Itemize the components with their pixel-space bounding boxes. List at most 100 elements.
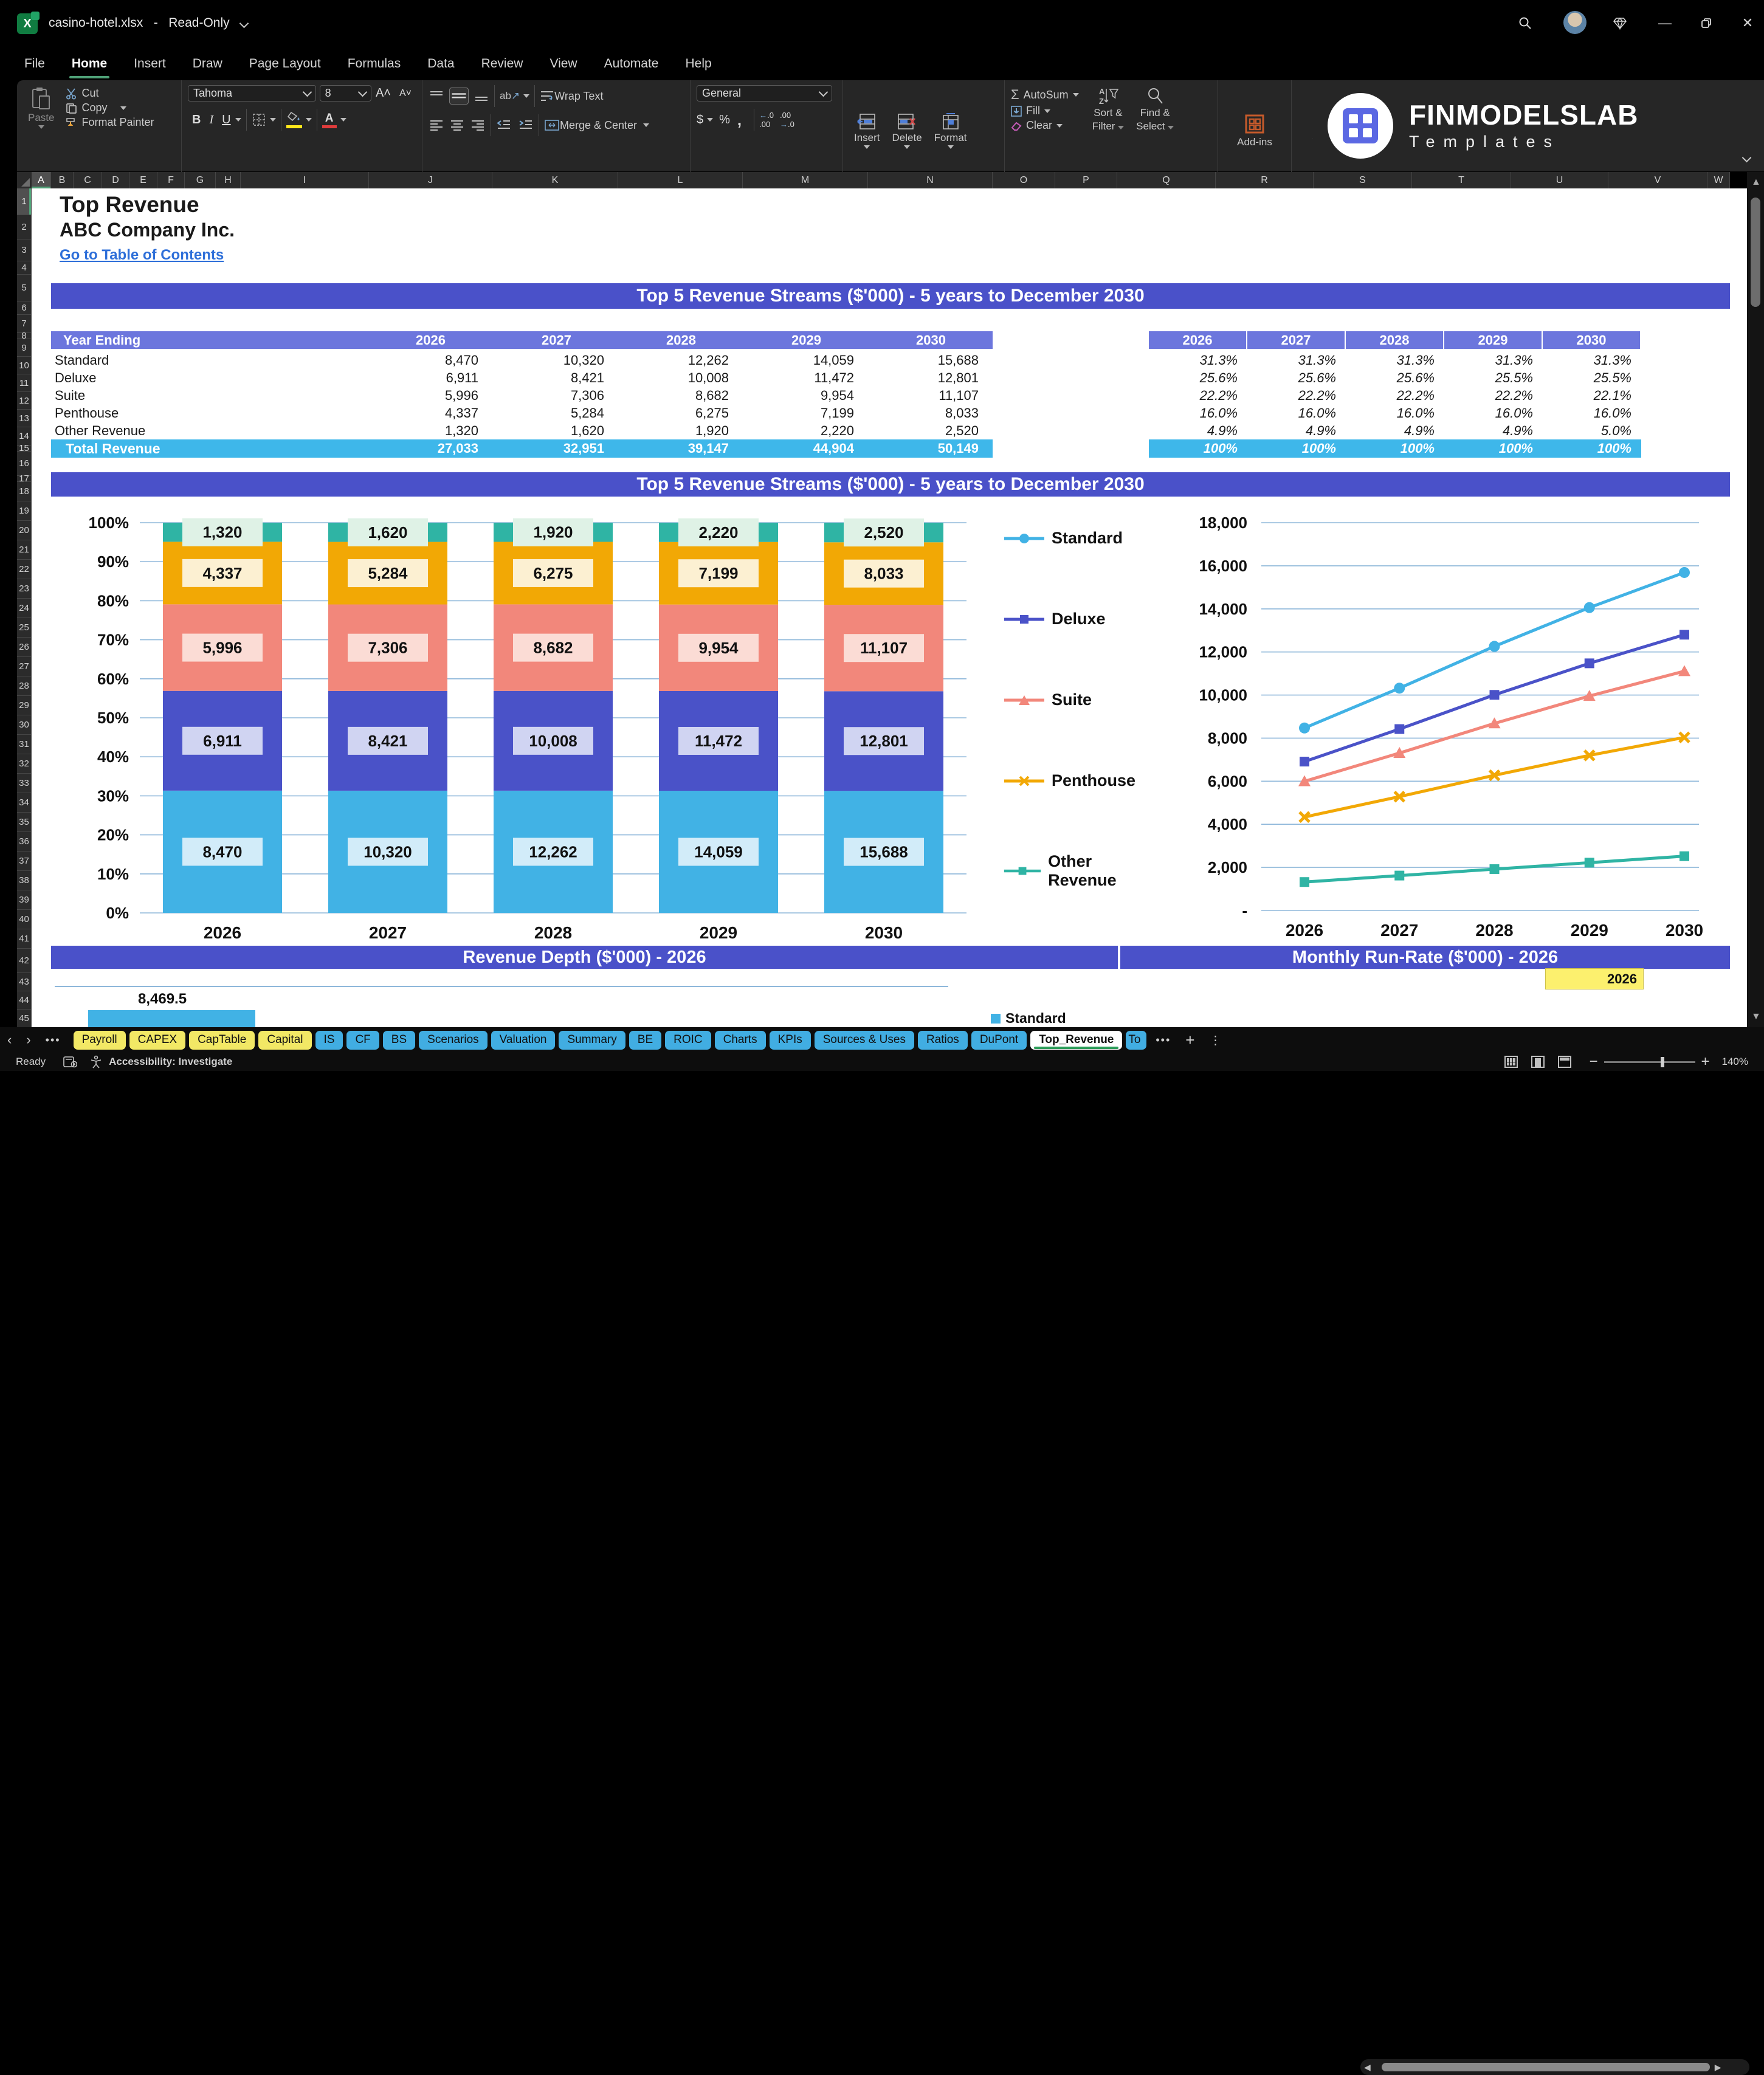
sheet-tab-valuation[interactable]: Valuation [491, 1030, 556, 1050]
cell-penthouse-2030[interactable]: 8,033 [869, 404, 979, 422]
horizontal-scrollbar[interactable]: ◀ ▶ [1360, 2059, 1749, 2075]
font-name-select[interactable]: Tahoma [188, 85, 316, 102]
column-header-E[interactable]: E [129, 172, 157, 188]
bold-button[interactable]: B [192, 113, 201, 127]
row-header-6[interactable]: 6 [17, 301, 32, 315]
column-header-L[interactable]: L [618, 172, 743, 188]
row-header-26[interactable]: 26 [17, 638, 32, 657]
row-header-38[interactable]: 38 [17, 871, 32, 890]
sheet-tab-sources-uses[interactable]: Sources & Uses [814, 1030, 914, 1050]
column-header-W[interactable]: W [1707, 172, 1730, 188]
column-header-T[interactable]: T [1412, 172, 1511, 188]
format-cells-button[interactable]: Format [929, 111, 972, 150]
restore-button[interactable] [1692, 11, 1720, 35]
row-header-22[interactable]: 22 [17, 560, 32, 579]
currency-format-button[interactable]: $ [697, 113, 703, 127]
menu-tab-automate[interactable]: Automate [599, 50, 664, 77]
pct-cell-3-1[interactable]: 16.0% [1247, 404, 1336, 422]
pct-cell-3-3[interactable]: 16.0% [1444, 404, 1533, 422]
normal-view-icon[interactable] [1504, 1056, 1518, 1068]
pct-cell-1-4[interactable]: 25.5% [1543, 369, 1631, 387]
toc-link[interactable]: Go to Table of Contents [60, 247, 224, 264]
cell-other-revenue-2029[interactable]: 2,220 [745, 422, 854, 439]
cell-standard-2030[interactable]: 15,688 [869, 351, 979, 369]
menu-tab-view[interactable]: View [545, 50, 582, 77]
row-header-20[interactable]: 20 [17, 521, 32, 540]
user-avatar[interactable] [1563, 11, 1587, 34]
minimize-button[interactable]: — [1651, 11, 1679, 35]
hscroll-right-icon[interactable]: ▶ [1715, 2062, 1721, 2073]
row-header-16[interactable]: 16 [17, 452, 32, 476]
pct-cell-4-2[interactable]: 4.9% [1346, 422, 1435, 439]
column-header-R[interactable]: R [1216, 172, 1314, 188]
row-header-5[interactable]: 5 [17, 275, 32, 301]
pct-cell-1-3[interactable]: 25.5% [1444, 369, 1533, 387]
pct-cell-4-0[interactable]: 4.9% [1149, 422, 1238, 439]
cell-deluxe-2029[interactable]: 11,472 [745, 369, 854, 387]
cell-standard-2026[interactable]: 8,470 [369, 351, 478, 369]
pct-cell-2-2[interactable]: 22.2% [1346, 387, 1435, 404]
sheet-tab-cf[interactable]: CF [346, 1030, 379, 1050]
row-header-4[interactable]: 4 [17, 261, 32, 275]
macro-recorder-icon[interactable] [63, 1056, 78, 1068]
menu-tab-data[interactable]: Data [422, 50, 459, 77]
decrease-indent-icon[interactable] [496, 119, 512, 132]
zoom-in-button[interactable]: + [1701, 1053, 1710, 1070]
cut-button[interactable]: Cut [65, 87, 154, 100]
sheet-canvas[interactable]: Top Revenue ABC Company Inc. Go to Table… [32, 188, 1747, 1027]
sheet-tab-payroll[interactable]: Payroll [73, 1030, 126, 1050]
select-all-corner[interactable] [17, 172, 32, 189]
tabs-overflow-icon[interactable]: ••• [1156, 1034, 1171, 1047]
collapse-ribbon-chevron-icon[interactable] [1742, 153, 1752, 164]
insert-cells-button[interactable]: Insert [849, 111, 885, 150]
column-header-Q[interactable]: Q [1117, 172, 1216, 188]
menu-tab-home[interactable]: Home [67, 50, 112, 78]
merge-dropdown[interactable] [643, 123, 650, 127]
grow-font-button[interactable]: A˄ [376, 86, 391, 100]
sheet-tab-capex[interactable]: CAPEX [129, 1030, 186, 1050]
column-header-D[interactable]: D [102, 172, 129, 188]
cell-deluxe-2027[interactable]: 8,421 [495, 369, 604, 387]
increase-indent-icon[interactable] [518, 119, 534, 132]
cell-suite-2030[interactable]: 11,107 [869, 387, 979, 404]
sheet-tab-captable[interactable]: CapTable [189, 1030, 255, 1050]
cell-other-revenue-2027[interactable]: 1,620 [495, 422, 604, 439]
hscroll-left-icon[interactable]: ◀ [1364, 2062, 1371, 2073]
percent-format-button[interactable]: % [719, 113, 730, 127]
row-header-8[interactable]: 8 [17, 331, 32, 341]
tab-options-kebab-icon[interactable]: ⋮ [1209, 1033, 1221, 1048]
pct-cell-3-0[interactable]: 16.0% [1149, 404, 1238, 422]
pct-cell-0-0[interactable]: 31.3% [1149, 351, 1238, 369]
page-layout-view-icon[interactable] [1531, 1056, 1545, 1068]
row-header-45[interactable]: 45 [17, 1010, 32, 1028]
format-painter-button[interactable]: Format Painter [65, 116, 154, 129]
cell-suite-2029[interactable]: 9,954 [745, 387, 854, 404]
font-size-select[interactable]: 8 [319, 85, 371, 102]
tabs-scroll-left-icon[interactable]: ‹ [7, 1032, 12, 1048]
align-left-icon[interactable] [429, 119, 444, 132]
orientation-dropdown[interactable] [523, 94, 530, 98]
row-header-2[interactable]: 2 [17, 215, 32, 239]
cell-deluxe-2026[interactable]: 6,911 [369, 369, 478, 387]
page-break-view-icon[interactable] [1558, 1056, 1572, 1068]
row-header-11[interactable]: 11 [17, 374, 32, 392]
column-header-I[interactable]: I [241, 172, 369, 188]
sheet-tab-capital[interactable]: Capital [258, 1030, 312, 1050]
column-header-N[interactable]: N [868, 172, 993, 188]
fill-color-dropdown[interactable] [305, 118, 312, 122]
sheet-tab-ratios[interactable]: Ratios [917, 1030, 968, 1050]
row-header-32[interactable]: 32 [17, 754, 32, 774]
row-header-28[interactable]: 28 [17, 676, 32, 696]
menu-tab-file[interactable]: File [19, 50, 50, 77]
row-header-36[interactable]: 36 [17, 832, 32, 852]
cell-deluxe-2030[interactable]: 12,801 [869, 369, 979, 387]
clear-button[interactable]: Clear [1011, 119, 1079, 132]
underline-dropdown[interactable] [235, 118, 241, 122]
cell-deluxe-2028[interactable]: 10,008 [619, 369, 729, 387]
row-header-13[interactable]: 13 [17, 410, 32, 427]
zoom-level[interactable]: 140% [1722, 1056, 1748, 1068]
wrap-text-button[interactable]: Wrap Text [554, 90, 603, 103]
sheet-tab-is[interactable]: IS [315, 1030, 343, 1050]
copy-button[interactable]: Copy [65, 102, 154, 114]
vertical-scrollbar[interactable]: ▲ ▼ [1747, 172, 1764, 1027]
